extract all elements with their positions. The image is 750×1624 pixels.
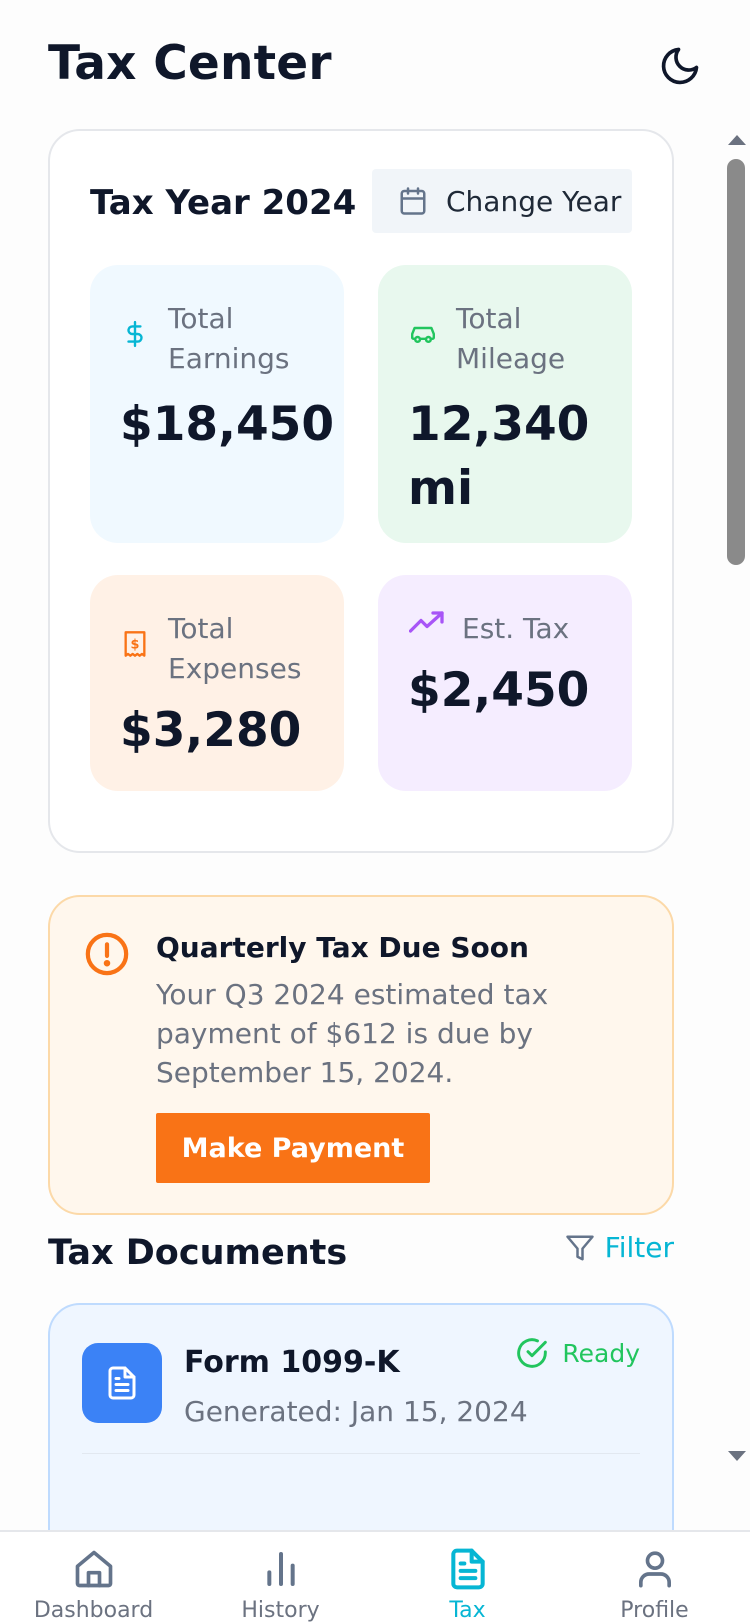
- main-content[interactable]: Tax Year 2024 Change Year Total Earnings…: [0, 125, 750, 1530]
- bottom-navigation: Dashboard History Tax Profile: [0, 1530, 750, 1624]
- document-title: Form 1099-K: [184, 1345, 400, 1380]
- svg-text:$: $: [131, 638, 140, 653]
- nav-label: Profile: [620, 1598, 689, 1623]
- check-circle-icon: [517, 1338, 548, 1368]
- nav-label: Dashboard: [33, 1598, 154, 1623]
- stat-value: $3,280: [120, 703, 302, 758]
- nav-item-profile[interactable]: Profile: [561, 1532, 748, 1624]
- document-date: Generated: Jan 15, 2024: [184, 1395, 528, 1428]
- filter-icon: [565, 1235, 594, 1260]
- app-header: Tax Center: [0, 0, 750, 125]
- bar-chart-icon: [259, 1546, 303, 1592]
- car-icon: [408, 319, 438, 349]
- make-payment-button[interactable]: Make Payment: [156, 1113, 430, 1183]
- scrollbar-thumb[interactable]: [727, 159, 745, 565]
- stat-label: Total Expenses: [168, 612, 302, 685]
- stat-label: Est. Tax: [462, 612, 570, 645]
- moon-icon: [661, 47, 699, 85]
- stat-value: $18,450: [120, 397, 335, 452]
- tax-due-alert: Quarterly Tax Due Soon Your Q3 2024 esti…: [48, 895, 674, 1215]
- page-title: Tax Center: [48, 36, 332, 91]
- document-icon-tile: [82, 1343, 162, 1423]
- alert-title: Quarterly Tax Due Soon: [156, 931, 529, 964]
- document-icon: [446, 1546, 490, 1592]
- filter-button[interactable]: Filter: [565, 1231, 674, 1264]
- dollar-icon: [120, 319, 150, 349]
- nav-item-tax[interactable]: Tax: [374, 1532, 561, 1624]
- filter-label: Filter: [604, 1231, 674, 1264]
- nav-label: Tax: [449, 1598, 486, 1623]
- stat-label: Total Earnings: [168, 302, 290, 375]
- document-item[interactable]: Form 1099-K Generated: Jan 15, 2024 Read…: [48, 1303, 674, 1530]
- user-icon: [633, 1546, 677, 1592]
- alert-circle-icon: [85, 932, 129, 976]
- stat-total-mileage: Total Mileage 12,340 mi: [378, 265, 632, 543]
- tax-year-title: Tax Year 2024: [90, 183, 357, 223]
- stat-value: 12,340 mi: [408, 397, 590, 516]
- nav-item-dashboard[interactable]: Dashboard: [0, 1532, 187, 1624]
- stat-value: $2,450: [408, 663, 590, 718]
- tax-year-summary-card: Tax Year 2024 Change Year Total Earnings…: [48, 129, 674, 853]
- change-year-button[interactable]: Change Year: [372, 169, 632, 233]
- status-badge: Ready: [516, 1337, 640, 1369]
- file-text-icon: [108, 1366, 136, 1400]
- scroll-up-arrow[interactable]: [728, 135, 746, 145]
- calendar-icon: [400, 187, 426, 215]
- stat-label: Total Mileage: [456, 302, 566, 375]
- scroll-down-arrow[interactable]: [728, 1451, 746, 1461]
- stat-total-expenses: $ Total Expenses $3,280: [90, 575, 344, 791]
- trending-up-icon: [408, 607, 446, 637]
- divider: [82, 1453, 640, 1454]
- tax-documents-header: Tax Documents Filter: [48, 1225, 674, 1285]
- theme-toggle-button[interactable]: [654, 40, 706, 92]
- stat-total-earnings: Total Earnings $18,450: [90, 265, 344, 543]
- home-icon: [72, 1546, 116, 1592]
- section-title: Tax Documents: [48, 1233, 348, 1273]
- alert-message: Your Q3 2024 estimated tax payment of $6…: [156, 978, 549, 1089]
- nav-label: History: [241, 1598, 320, 1623]
- stat-estimated-tax: Est. Tax $2,450: [378, 575, 632, 791]
- receipt-icon: $: [120, 629, 150, 659]
- scrollbar[interactable]: [722, 125, 750, 1530]
- nav-item-history[interactable]: History: [187, 1532, 374, 1624]
- change-year-label: Change Year: [446, 184, 622, 218]
- status-label: Ready: [562, 1338, 640, 1368]
